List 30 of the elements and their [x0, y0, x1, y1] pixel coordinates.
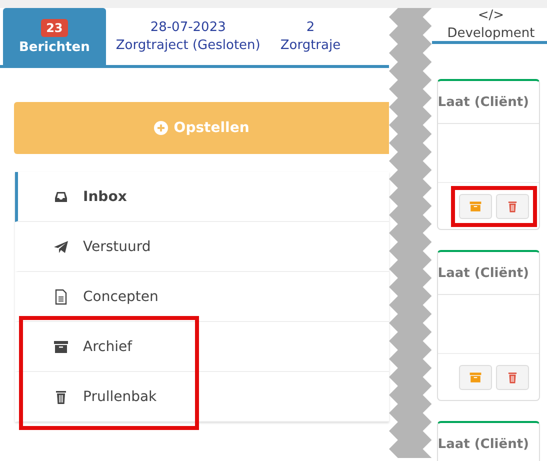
folder-item[interactable]: Concepten: [15, 272, 390, 322]
archive-icon: [469, 370, 482, 384]
tab-label: Zorgtraject (Gesloten): [116, 38, 260, 53]
tab-date: 2: [306, 20, 315, 35]
archive-icon: [53, 338, 69, 354]
trash-icon: [506, 200, 519, 212]
trash-icon: [506, 370, 519, 384]
sender-name: Laat (Cliënt): [438, 94, 529, 110]
sender-name: Laat (Cliënt): [438, 436, 529, 452]
folder-item[interactable]: Prullenbak: [15, 372, 390, 422]
tab[interactable]: 23 Berichten: [3, 8, 106, 65]
sender-name: Laat (Cliënt): [438, 266, 529, 280]
archive-button[interactable]: [459, 364, 492, 390]
count-badge: 23: [41, 18, 68, 36]
tab-label: Development: [447, 26, 535, 41]
plus-circle-icon: [154, 121, 168, 135]
tab-label: Zorgtraje: [280, 38, 341, 53]
archive-icon: [469, 200, 482, 212]
tab-date: 28-07-2023: [150, 20, 226, 35]
folder-item[interactable]: Inbox: [15, 172, 390, 222]
trash-button[interactable]: [496, 194, 529, 218]
code-icon: </>: [478, 8, 504, 23]
tab-label: Berichten: [19, 40, 90, 54]
archive-button[interactable]: [459, 194, 492, 218]
folder-item[interactable]: Verstuurd: [15, 222, 390, 272]
send-icon: [53, 238, 69, 254]
trash-button[interactable]: [496, 364, 529, 390]
file-icon: [53, 288, 69, 304]
trash-icon: [53, 388, 69, 404]
folder-item[interactable]: Archief: [15, 322, 390, 372]
